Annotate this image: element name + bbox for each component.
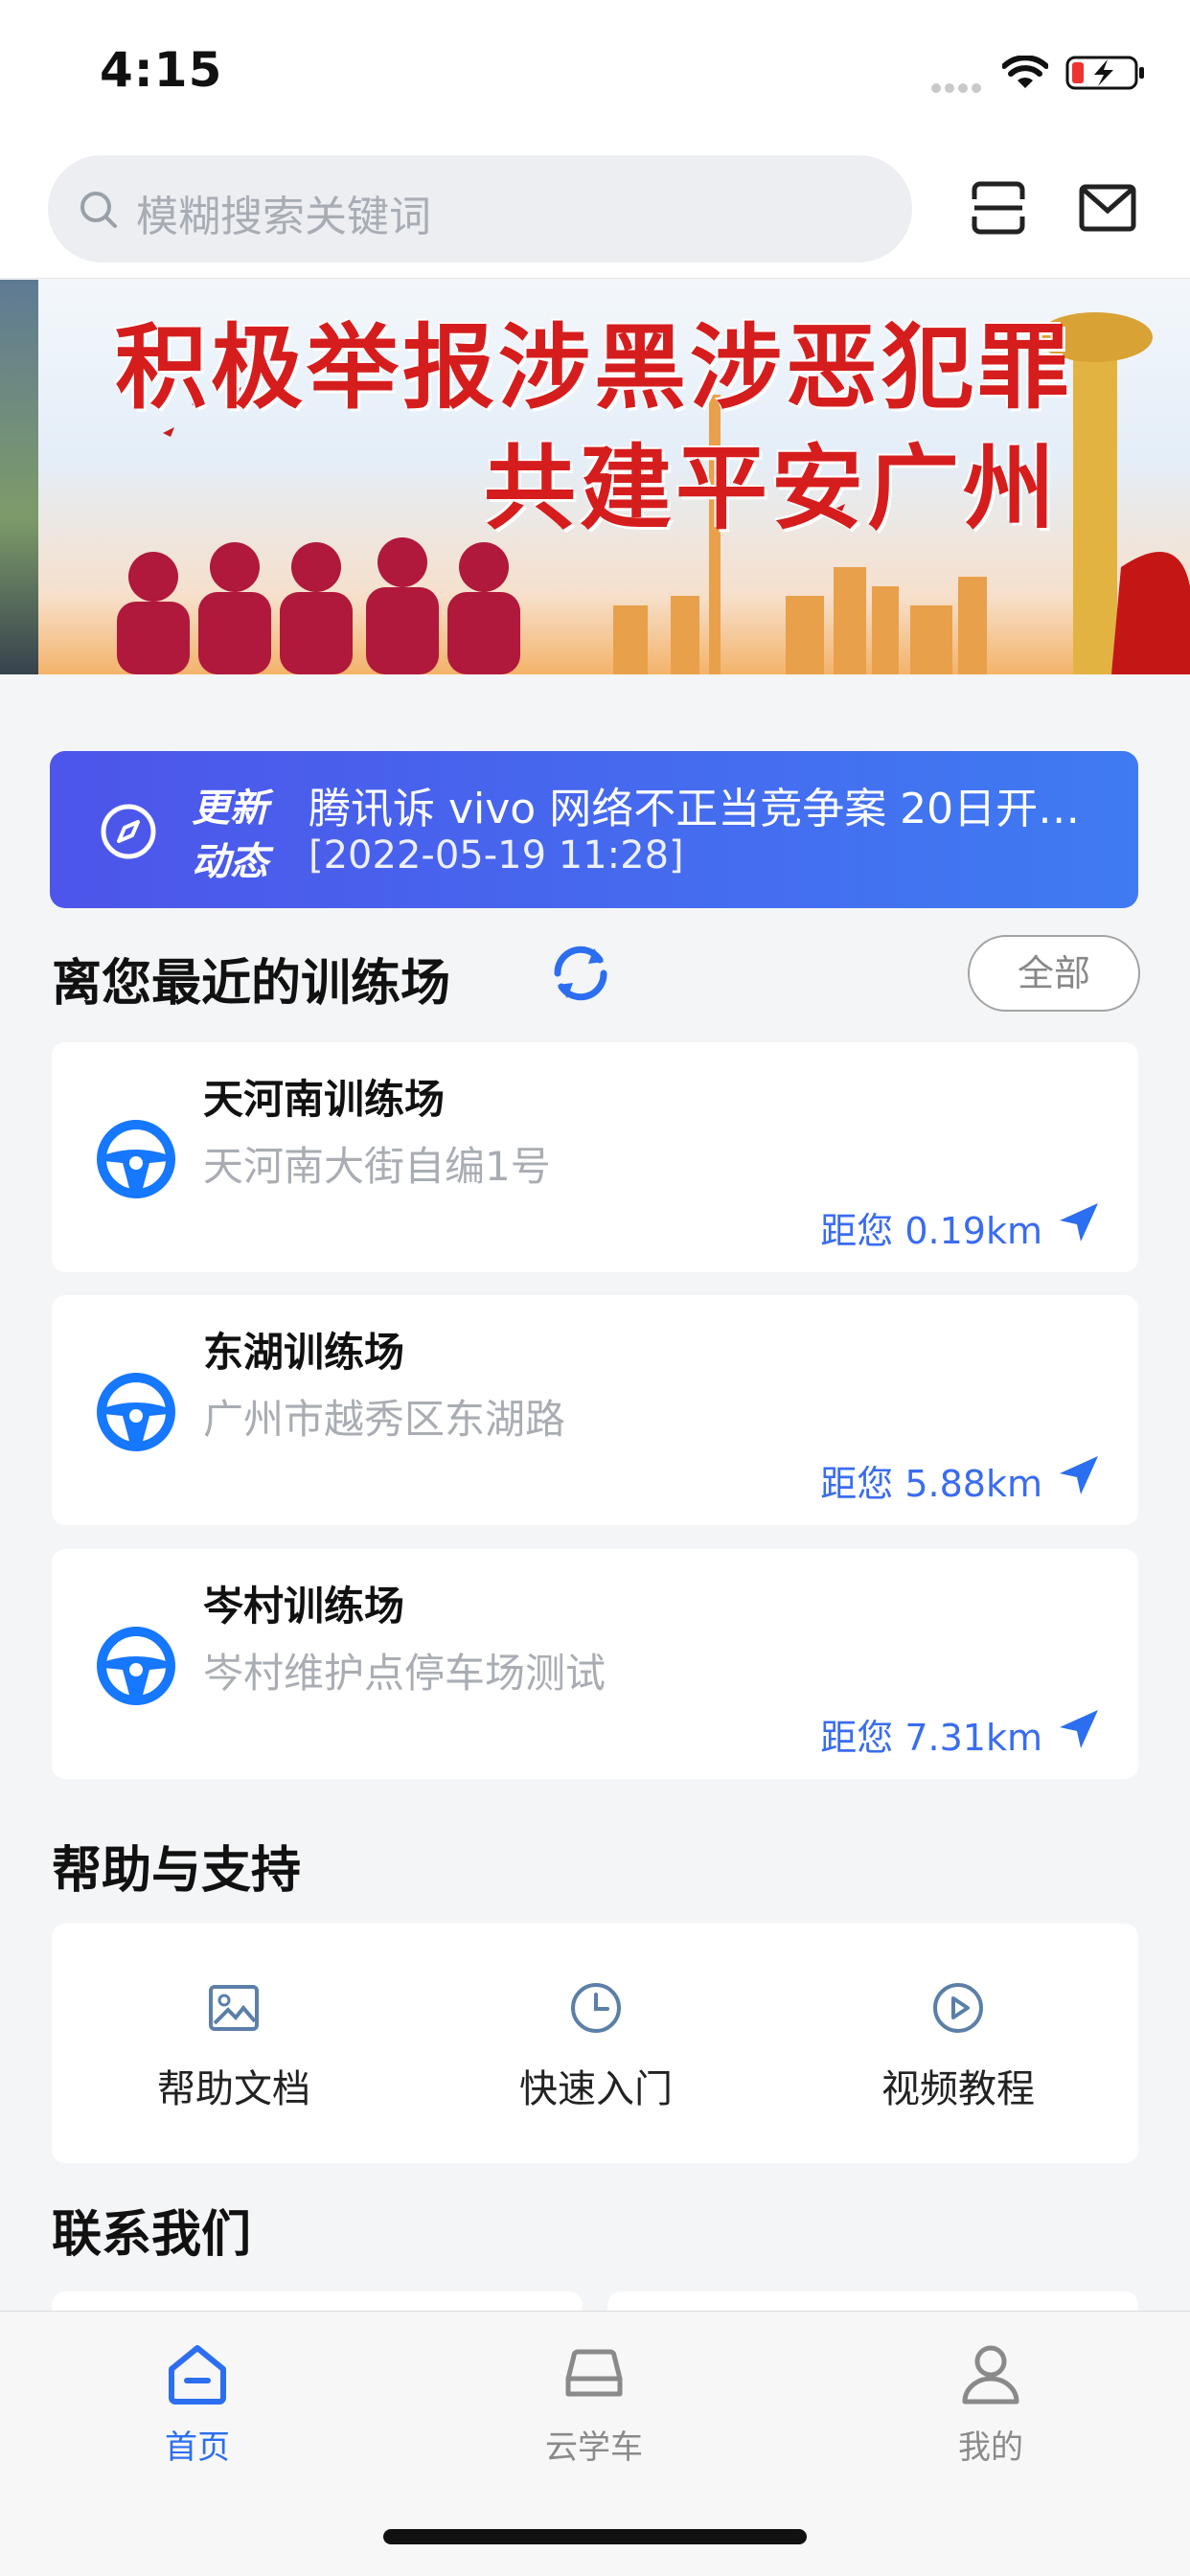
navigate-icon[interactable]	[1058, 1708, 1100, 1750]
banner-title-line2: 共建平安广州	[484, 435, 1059, 542]
car-icon	[565, 2349, 623, 2397]
view-all-button[interactable]: 全部	[968, 935, 1140, 1012]
news-tag: 更新 动态	[192, 786, 268, 884]
field-address: 广州市越秀区东湖路	[203, 1396, 566, 1443]
news-ticker[interactable]: 更新 动态 腾讯诉 vivo 网络不正当竞争案 20日开… [2022-05-1…	[50, 751, 1138, 908]
signal-icon	[931, 79, 985, 97]
status-bar: 4:15	[0, 0, 1190, 144]
tab-label: 云学车	[545, 2428, 643, 2467]
help-panel: 帮助文档 快速入门 视频教程	[52, 1924, 1138, 2163]
quick-start-button[interactable]: 快速入门	[452, 1981, 740, 2113]
field-distance: 距您 0.19km	[820, 1210, 1042, 1252]
help-item-label: 快速入门	[519, 2067, 673, 2111]
battery-icon	[1065, 56, 1144, 90]
tab-profile[interactable]: 我的	[876, 2340, 1106, 2468]
news-timestamp: [2022-05-19 11:28]	[309, 833, 684, 878]
field-distance: 距您 7.31km	[820, 1717, 1042, 1759]
compass-icon	[101, 804, 156, 859]
status-time: 4:15	[100, 42, 223, 98]
tab-label: 首页	[165, 2428, 230, 2467]
wifi-icon	[1002, 56, 1048, 88]
nearby-section-title: 离您最近的训练场	[52, 955, 451, 1013]
image-icon	[209, 1985, 259, 2031]
navigate-icon[interactable]	[1058, 1454, 1100, 1496]
tab-cloud-driving[interactable]: 云学车	[479, 2340, 709, 2468]
refresh-icon[interactable]	[544, 937, 617, 1010]
field-address: 天河南大街自编1号	[203, 1143, 551, 1190]
training-field-card[interactable]: 天河南训练场 天河南大街自编1号 距您 0.19km	[52, 1042, 1138, 1272]
video-tutorial-button[interactable]: 视频教程	[814, 1981, 1102, 2113]
mail-icon[interactable]	[1079, 184, 1136, 232]
navigate-icon[interactable]	[1058, 1201, 1100, 1243]
field-name: 岑村训练场	[203, 1583, 405, 1630]
training-field-card[interactable]: 岑村训练场 岑村维护点停车场测试 距您 7.31km	[52, 1549, 1138, 1779]
help-item-label: 视频教程	[881, 2067, 1035, 2111]
banner-title-line1: 积极举报涉黑涉恶犯罪	[115, 314, 1073, 422]
search-input[interactable]: 模糊搜索关键词	[48, 155, 912, 262]
help-item-label: 帮助文档	[157, 2067, 310, 2111]
field-name: 东湖训练场	[203, 1329, 405, 1376]
home-indicator	[383, 2529, 807, 2544]
search-icon	[80, 192, 117, 228]
help-section-title: 帮助与支持	[52, 1842, 302, 1900]
help-docs-button[interactable]: 帮助文档	[90, 1981, 378, 2113]
training-field-card[interactable]: 东湖训练场 广州市越秀区东湖路 距您 5.88km	[52, 1295, 1138, 1525]
search-placeholder: 模糊搜索关键词	[136, 193, 431, 241]
tab-home[interactable]: 首页	[82, 2340, 312, 2468]
clock-icon	[571, 1983, 621, 2033]
top-header: 模糊搜索关键词	[0, 144, 1190, 279]
field-address: 岑村维护点停车场测试	[203, 1650, 606, 1697]
scan-icon[interactable]	[971, 180, 1026, 236]
user-icon	[962, 2345, 1019, 2405]
news-headline: 腾讯诉 vivo 网络不正当竞争案 20日开…	[309, 785, 1081, 833]
steering-wheel-icon	[97, 1373, 175, 1451]
contact-section-title: 联系我们	[52, 2206, 252, 2264]
promo-banner[interactable]: 积极举报涉黑涉恶犯罪 共建平安广州	[0, 280, 1190, 674]
home-icon	[169, 2345, 226, 2405]
steering-wheel-icon	[97, 1627, 175, 1705]
field-distance: 距您 5.88km	[820, 1463, 1042, 1505]
steering-wheel-icon	[97, 1120, 175, 1198]
play-icon	[933, 1983, 983, 2033]
tab-label: 我的	[958, 2428, 1023, 2467]
field-name: 天河南训练场	[203, 1076, 446, 1123]
